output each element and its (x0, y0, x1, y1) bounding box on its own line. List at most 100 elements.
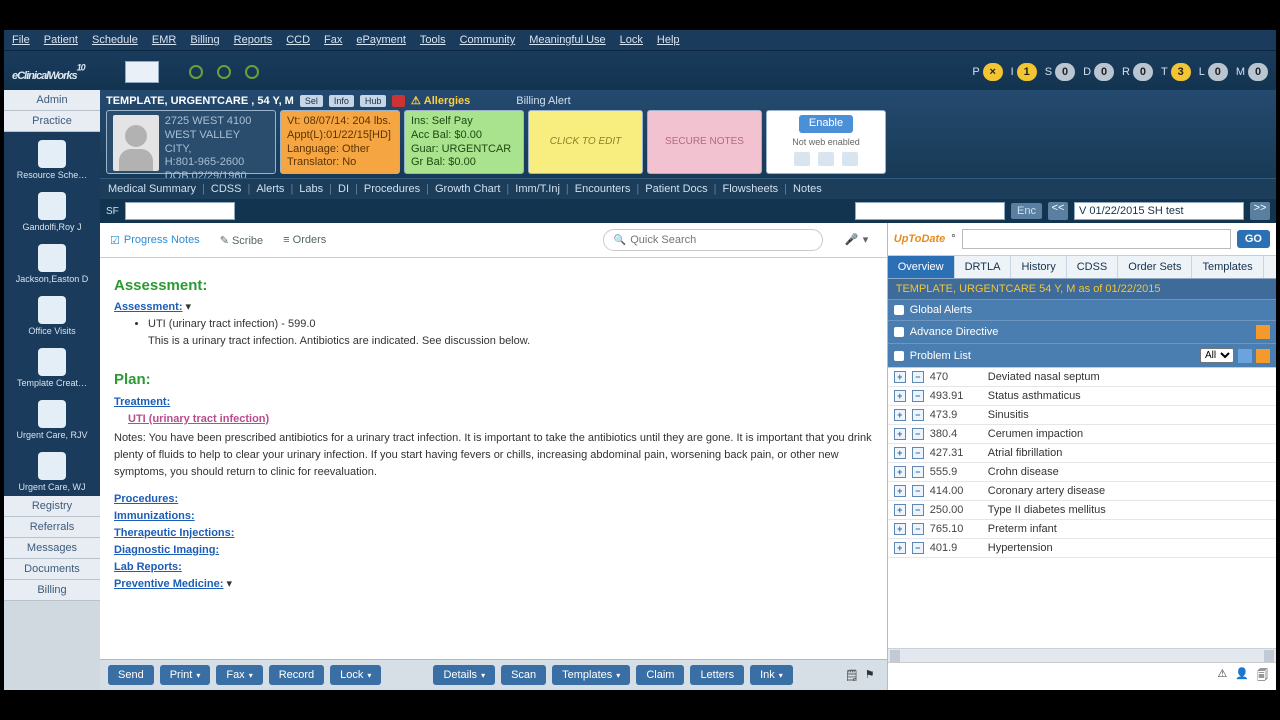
send-button[interactable]: Send (108, 665, 154, 685)
chip-hub[interactable]: Hub (360, 95, 387, 107)
plus-icon[interactable]: + (894, 371, 906, 383)
claim-button[interactable]: Claim (636, 665, 684, 685)
problem-row[interactable]: +−250.00Type II diabetes mellitus (888, 501, 1276, 520)
details-button[interactable]: Details (433, 665, 495, 685)
minus-icon[interactable]: − (912, 409, 924, 421)
indicator-S[interactable]: S 0 (1045, 63, 1075, 81)
billing-alert[interactable]: Billing Alert (516, 95, 570, 107)
leftnav-registry[interactable]: Registry (4, 496, 100, 517)
plus-icon[interactable]: + (894, 390, 906, 402)
status-dot[interactable] (217, 65, 231, 79)
leftnav-messages[interactable]: Messages (4, 538, 100, 559)
user-icon[interactable]: 👤 (1235, 667, 1249, 686)
quick-search-input[interactable] (630, 234, 812, 246)
leftnav-item[interactable]: Urgent Care, RJV (4, 392, 100, 444)
chip-info[interactable]: Info (329, 95, 354, 107)
indicator-M[interactable]: M 0 (1236, 63, 1268, 81)
menu-file[interactable]: File (12, 34, 30, 46)
minus-icon[interactable]: − (912, 485, 924, 497)
minus-icon[interactable]: − (912, 390, 924, 402)
indicator-P[interactable]: P × (972, 63, 1002, 81)
tab-orders[interactable]: ≡ Orders (283, 234, 326, 246)
enable-button[interactable]: Enable (799, 115, 853, 133)
plus-icon[interactable]: + (894, 504, 906, 516)
templates-button[interactable]: Templates (552, 665, 630, 685)
mic-icon[interactable]: 🎤 (845, 233, 859, 247)
menu-reports[interactable]: Reports (234, 34, 273, 46)
sf-combo[interactable] (125, 202, 235, 220)
menu-lock[interactable]: Lock (620, 34, 643, 46)
leftnav-item[interactable]: Template Creat… (4, 340, 100, 392)
allergies-link[interactable]: Allergies (411, 94, 470, 107)
problem-row[interactable]: +−555.9Crohn disease (888, 463, 1276, 482)
problem-row[interactable]: +−414.00Coronary artery disease (888, 482, 1276, 501)
problem-row[interactable]: +−401.9Hypertension (888, 539, 1276, 558)
menu-help[interactable]: Help (657, 34, 680, 46)
plan-section[interactable]: Lab Reports: (114, 561, 182, 573)
email-icon[interactable] (818, 152, 834, 166)
user-dropdown[interactable] (125, 61, 159, 83)
tab-labs[interactable]: Labs (299, 183, 323, 195)
leftnav-referrals[interactable]: Referrals (4, 517, 100, 538)
plus-icon[interactable]: + (894, 428, 906, 440)
plus-icon[interactable]: + (894, 409, 906, 421)
leftnav-item[interactable]: Jackson,Easton D (4, 236, 100, 288)
vitals-card[interactable]: Vt: 08/07/14: 204 lbs.Appt(L):01/22/15[H… (280, 110, 400, 174)
menu-meaningful-use[interactable]: Meaningful Use (529, 34, 605, 46)
plus-icon[interactable]: + (894, 523, 906, 535)
leftnav-item[interactable]: Resource Sche… (4, 132, 100, 184)
plan-section[interactable]: Procedures: (114, 493, 178, 505)
scan-button[interactable]: Scan (501, 665, 546, 685)
leftnav-item[interactable]: Urgent Care, WJ (4, 444, 100, 496)
plan-section[interactable]: Preventive Medicine: (114, 578, 223, 590)
plan-section[interactable]: Immunizations: (114, 510, 195, 522)
global-alerts-section[interactable]: Global Alerts (888, 299, 1276, 320)
filter-icon[interactable]: ▾ (863, 233, 877, 247)
chip-flag[interactable] (392, 95, 405, 107)
patient-name[interactable]: TEMPLATE, URGENTCARE , 54 Y, M (106, 95, 294, 107)
menu-schedule[interactable]: Schedule (92, 34, 138, 46)
chip-sel[interactable]: Sel (300, 95, 323, 107)
tab-procedures[interactable]: Procedures (364, 183, 420, 195)
horizontal-scrollbar[interactable] (888, 648, 1276, 662)
letters-button[interactable]: Letters (690, 665, 744, 685)
indicator-L[interactable]: L 0 (1199, 63, 1228, 81)
plan-section[interactable]: Therapeutic Injections: (114, 527, 234, 539)
record-button[interactable]: Record (269, 665, 324, 685)
leftnav-documents[interactable]: Documents (4, 559, 100, 580)
tab-encounters[interactable]: Encounters (575, 183, 631, 195)
visit-combo[interactable]: V 01/22/2015 SH test (1074, 202, 1244, 220)
side-tab-order-sets[interactable]: Order Sets (1118, 256, 1192, 278)
plus-icon[interactable]: + (894, 447, 906, 459)
side-tab-templates[interactable]: Templates (1192, 256, 1263, 278)
menu-community[interactable]: Community (460, 34, 516, 46)
note-icon[interactable]: 🗒 (845, 669, 859, 682)
tab-patient-docs[interactable]: Patient Docs (645, 183, 707, 195)
leftnav-item[interactable]: Office Visits (4, 288, 100, 340)
alert-icon[interactable]: ⚠ (1217, 667, 1227, 686)
side-tab-drtla[interactable]: DRTLA (955, 256, 1012, 278)
leftnav-admin[interactable]: Admin (4, 90, 100, 111)
ink-button[interactable]: Ink (750, 665, 793, 685)
tab-imm-t-inj[interactable]: Imm/T.Inj (515, 183, 560, 195)
plus-icon[interactable]: + (894, 466, 906, 478)
problem-row[interactable]: +−380.4Cerumen impaction (888, 425, 1276, 444)
leftnav-billing[interactable]: Billing (4, 580, 100, 601)
indicator-T[interactable]: T 3 (1161, 63, 1191, 81)
insurance-card[interactable]: Ins: Self PayAcc Bal: $0.00 Guar: URGENT… (404, 110, 524, 174)
problem-filter[interactable]: All (1200, 348, 1234, 363)
print-button[interactable]: Print (160, 665, 211, 685)
problem-row[interactable]: +−765.10Preterm infant (888, 520, 1276, 539)
minus-icon[interactable]: − (912, 428, 924, 440)
minus-icon[interactable]: − (912, 371, 924, 383)
enc-prev[interactable]: << (1048, 202, 1068, 220)
menu-ccd[interactable]: CCD (286, 34, 310, 46)
menu-tools[interactable]: Tools (420, 34, 446, 46)
tab-progress-notes[interactable]: Progress Notes (110, 234, 200, 247)
menu-billing[interactable]: Billing (190, 34, 219, 46)
uptodate-search[interactable] (962, 229, 1231, 249)
status-dot[interactable] (189, 65, 203, 79)
warn-icon[interactable] (1256, 349, 1270, 363)
phone-icon[interactable] (794, 152, 810, 166)
leftnav-item[interactable]: Gandolfi,Roy J (4, 184, 100, 236)
